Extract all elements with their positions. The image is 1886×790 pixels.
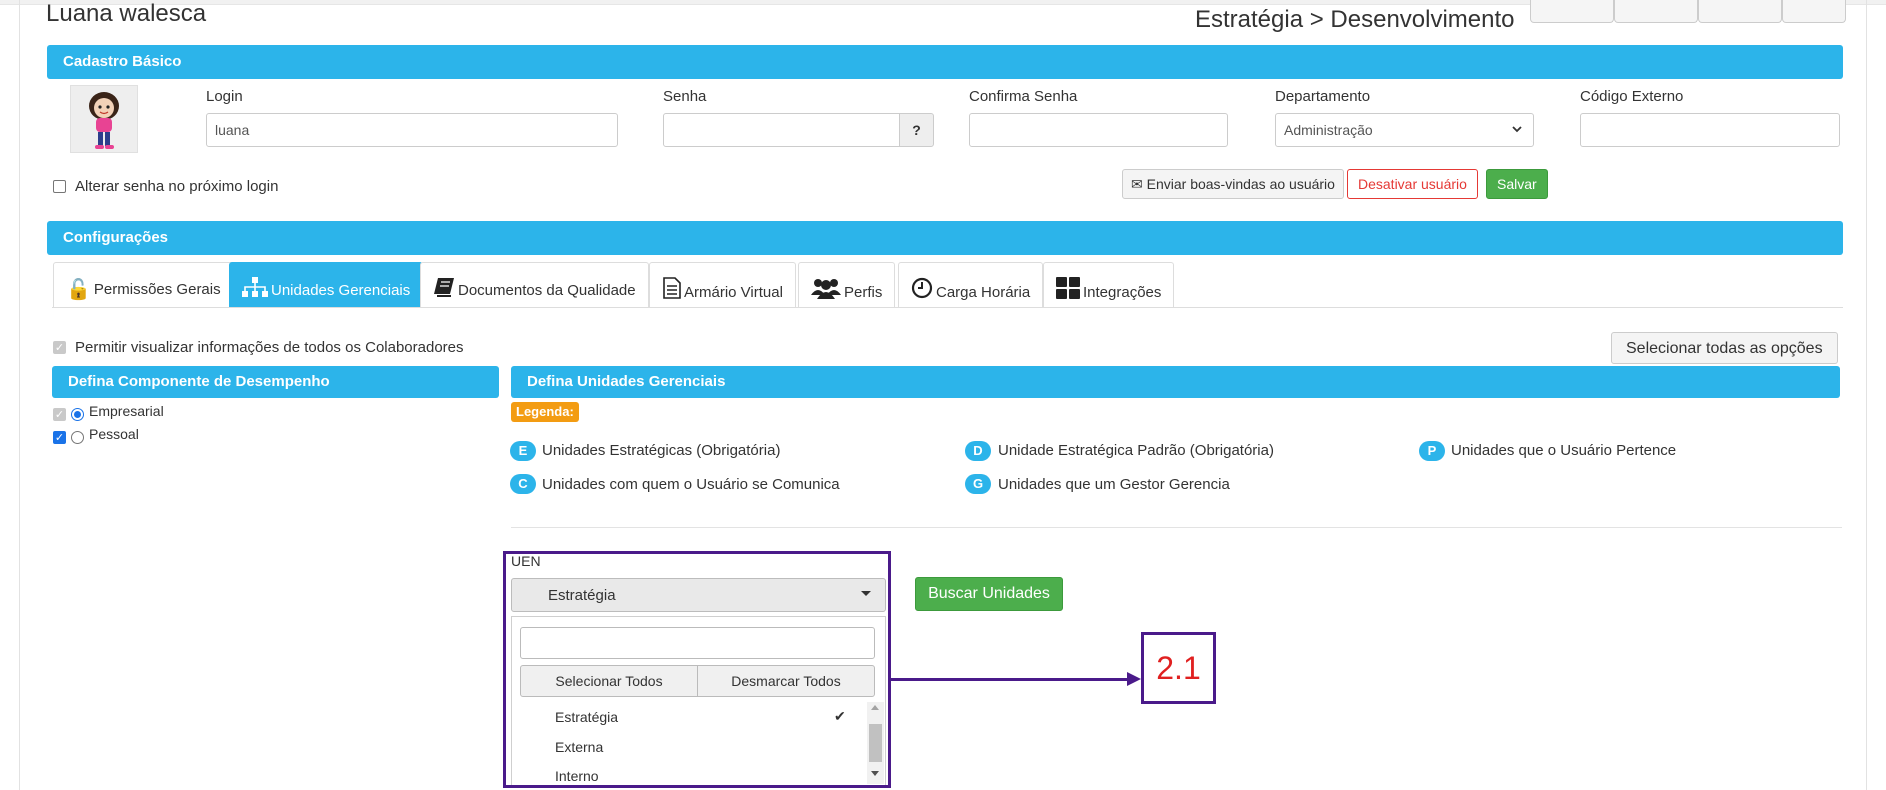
confirma-senha-label: Confirma Senha bbox=[969, 88, 1078, 105]
tab-armario-virtual[interactable]: Armário Virtual bbox=[649, 262, 796, 308]
tab-unidades-gerenciais[interactable]: Unidades Gerenciais bbox=[229, 262, 424, 308]
empresarial-checkbox[interactable]: ✓ bbox=[53, 408, 66, 421]
legenda-badge: Legenda: bbox=[511, 402, 579, 422]
legend-text-g: Unidades que um Gestor Gerencia bbox=[998, 476, 1230, 493]
file-icon bbox=[663, 277, 681, 305]
clock-icon bbox=[911, 277, 933, 305]
codigo-externo-input[interactable] bbox=[1580, 113, 1840, 147]
tabs-divider bbox=[52, 307, 1843, 308]
salvar-button[interactable]: Salvar bbox=[1486, 169, 1548, 199]
right-border bbox=[1866, 0, 1867, 790]
empresarial-radio[interactable] bbox=[71, 408, 84, 421]
alterar-senha-checkbox[interactable] bbox=[53, 180, 66, 193]
avatar[interactable] bbox=[70, 85, 138, 153]
toolbar-button-2[interactable] bbox=[1614, 0, 1698, 23]
toolbar-button-3[interactable] bbox=[1698, 0, 1782, 23]
legend-divider bbox=[511, 527, 1842, 528]
section-cadastro-basico: Cadastro Básico bbox=[47, 45, 1843, 79]
permitir-visualizar-label: Permitir visualizar informações de todos… bbox=[75, 339, 464, 356]
pessoal-radio[interactable] bbox=[71, 431, 84, 444]
book-icon bbox=[433, 277, 455, 303]
legend-badge-p: P bbox=[1419, 441, 1445, 461]
toolbar-button-1[interactable] bbox=[1530, 0, 1614, 23]
tab-label: Integrações bbox=[1083, 284, 1162, 301]
tab-perfis[interactable]: Perfis bbox=[798, 262, 896, 308]
legend-badge-g: G bbox=[965, 474, 991, 494]
legend-text-e: Unidades Estratégicas (Obrigatória) bbox=[542, 442, 781, 459]
toolbar-button-4[interactable] bbox=[1782, 0, 1846, 23]
annotation-arrow-head-icon bbox=[1127, 672, 1141, 686]
legend-text-c: Unidades com quem o Usuário se Comunica bbox=[542, 476, 840, 493]
departamento-value: Administração bbox=[1284, 122, 1373, 138]
confirma-senha-input[interactable] bbox=[969, 113, 1228, 147]
login-input[interactable]: luana bbox=[206, 113, 618, 147]
sitemap-icon bbox=[242, 277, 268, 303]
avatar-image bbox=[89, 92, 119, 149]
pessoal-checkbox[interactable]: ✓ bbox=[53, 431, 66, 444]
legend-badge-d: D bbox=[965, 441, 991, 461]
legend-text-p: Unidades que o Usuário Pertence bbox=[1451, 442, 1677, 459]
unlock-icon: 🔓 bbox=[66, 279, 91, 301]
enviar-boas-vindas-button[interactable]: ✉ Enviar boas-vindas ao usuário bbox=[1122, 169, 1344, 199]
tab-label: Permissões Gerais bbox=[93, 281, 221, 298]
componente-desempenho-header: Defina Componente de Desempenho bbox=[52, 366, 499, 398]
legend-text-d: Unidade Estratégica Padrão (Obrigatória) bbox=[998, 442, 1274, 459]
senha-label: Senha bbox=[663, 88, 707, 105]
permitir-visualizar-checkbox[interactable]: ✓ bbox=[53, 341, 66, 354]
tab-label: Documentos da Qualidade bbox=[458, 282, 636, 299]
desativar-usuario-button[interactable]: Desativar usuário bbox=[1347, 169, 1478, 199]
unidades-gerenciais-header: Defina Unidades Gerenciais bbox=[511, 366, 1840, 398]
section-configuracoes: Configurações bbox=[47, 221, 1843, 255]
selecionar-todas-opcoes-button[interactable]: Selecionar todas as opções bbox=[1611, 332, 1838, 364]
departamento-label: Departamento bbox=[1275, 88, 1371, 105]
left-border bbox=[19, 0, 20, 790]
alterar-senha-label: Alterar senha no próximo login bbox=[75, 178, 279, 195]
senha-input[interactable] bbox=[663, 113, 900, 147]
annotation-arrow-line bbox=[891, 678, 1135, 681]
tab-integracoes[interactable]: Integrações bbox=[1043, 262, 1175, 308]
legend-badge-c: C bbox=[510, 474, 536, 494]
annotation-label-box: 2.1 bbox=[1141, 632, 1216, 704]
tab-permissoes-gerais[interactable]: 🔓 Permissões Gerais bbox=[53, 262, 234, 308]
tab-documentos-da-qualidade[interactable]: Documentos da Qualidade bbox=[420, 262, 649, 308]
tab-label: Perfis bbox=[844, 284, 883, 301]
envelope-icon: ✉ bbox=[1131, 176, 1143, 192]
user-name-title: Luana walesca bbox=[46, 0, 207, 27]
users-icon bbox=[811, 277, 841, 305]
buscar-unidades-button[interactable]: Buscar Unidades bbox=[915, 577, 1063, 611]
login-label: Login bbox=[206, 88, 243, 105]
tab-label: Carga Horária bbox=[936, 284, 1031, 301]
departamento-select[interactable]: Administração bbox=[1275, 113, 1534, 147]
enviar-boas-vindas-label: Enviar boas-vindas ao usuário bbox=[1146, 176, 1335, 192]
tab-label: Unidades Gerenciais bbox=[271, 282, 411, 299]
chevron-down-icon bbox=[1512, 126, 1522, 133]
legend-badge-e: E bbox=[510, 441, 536, 461]
codigo-externo-label: Código Externo bbox=[1580, 88, 1684, 105]
annotation-highlight-box bbox=[503, 551, 891, 788]
grid-icon bbox=[1056, 277, 1080, 305]
senha-help-button[interactable]: ? bbox=[899, 113, 934, 147]
tab-label: Armário Virtual bbox=[684, 284, 783, 301]
pessoal-label: Pessoal bbox=[89, 426, 139, 442]
tab-carga-horaria[interactable]: Carga Horária bbox=[898, 262, 1044, 308]
breadcrumb: Estratégia > Desenvolvimento bbox=[1195, 6, 1515, 33]
empresarial-label: Empresarial bbox=[89, 403, 164, 419]
